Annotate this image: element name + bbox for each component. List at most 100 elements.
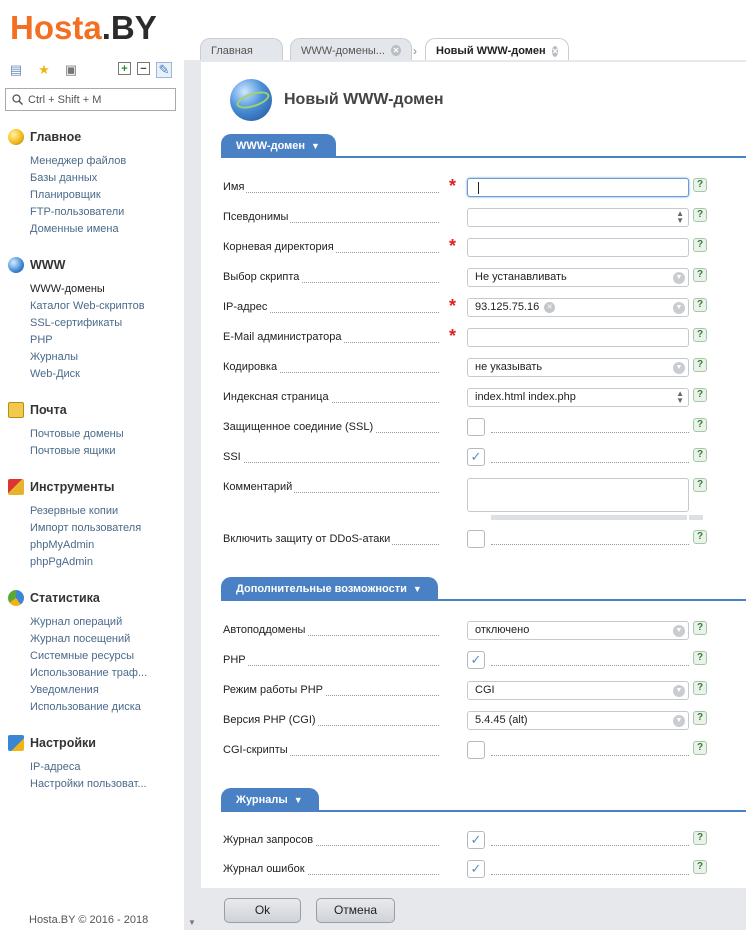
close-tab-icon[interactable]: ✕ bbox=[551, 45, 559, 57]
help-icon[interactable]: ? bbox=[693, 358, 707, 372]
chevron-down-icon: ▼ bbox=[673, 362, 685, 374]
sidebar-item-databases[interactable]: Базы данных bbox=[30, 170, 126, 187]
aliases-input[interactable]: ▲ ▼ bbox=[467, 208, 689, 227]
sidebar-item-user-import[interactable]: Импорт пользователя bbox=[30, 520, 141, 537]
root-dir-input[interactable] bbox=[467, 238, 689, 257]
section-tab[interactable]: Дополнительные возможности ▼ bbox=[221, 577, 438, 601]
sidebar-item-mailboxes[interactable]: Почтовые ящики bbox=[30, 443, 124, 460]
help-icon[interactable]: ? bbox=[693, 298, 707, 312]
textarea-scrollbar[interactable] bbox=[491, 515, 687, 520]
help-icon[interactable]: ? bbox=[693, 831, 707, 845]
sidebar-item-user-settings[interactable]: Настройки пользоват... bbox=[30, 776, 147, 793]
admin-email-input[interactable] bbox=[467, 328, 689, 347]
help-icon[interactable]: ? bbox=[693, 651, 707, 665]
help-icon[interactable]: ? bbox=[693, 418, 707, 432]
sidebar-item-www-domains[interactable]: WWW-домены bbox=[30, 281, 145, 298]
field-label: Режим работы PHP bbox=[223, 684, 325, 696]
nav-group-header-tools[interactable]: Инструменты bbox=[8, 478, 141, 496]
php-checkbox[interactable]: ✓ bbox=[467, 651, 485, 669]
error-log-checkbox[interactable]: ✓ bbox=[467, 860, 485, 878]
section-header-extra[interactable]: Дополнительные возможности ▼ bbox=[221, 577, 746, 601]
sidebar-item-web-scripts[interactable]: Каталог Web-скриптов bbox=[30, 298, 145, 315]
sidebar-item-system-resources[interactable]: Системные ресурсы bbox=[30, 648, 147, 665]
sidebar-item-disk-usage[interactable]: Использование диска bbox=[30, 699, 147, 716]
autosubdomains-select[interactable]: отключено ▼ bbox=[467, 621, 689, 640]
help-icon[interactable]: ? bbox=[693, 741, 707, 755]
spinner-icon[interactable]: ▲ ▼ bbox=[676, 210, 684, 225]
ok-button[interactable]: Ok bbox=[224, 898, 301, 923]
help-icon[interactable]: ? bbox=[693, 681, 707, 695]
help-icon[interactable]: ? bbox=[693, 268, 707, 282]
sidebar-item-web-disk[interactable]: Web-Диск bbox=[30, 366, 145, 383]
nav-group-header-www[interactable]: WWW bbox=[8, 256, 145, 274]
cancel-button[interactable]: Отмена bbox=[316, 898, 395, 923]
settings-icon bbox=[8, 735, 24, 751]
sidebar-item-operations-log[interactable]: Журнал операций bbox=[30, 614, 147, 631]
expand-all-icon[interactable]: + bbox=[118, 62, 131, 75]
pin-icon[interactable]: ✎ bbox=[156, 62, 172, 78]
nav-group-header-main[interactable]: Главное bbox=[8, 128, 126, 146]
index-page-input[interactable]: index.html index.php ▲ ▼ bbox=[467, 388, 689, 407]
ip-select[interactable]: 93.125.75.16 ✕ ▼ bbox=[467, 298, 689, 317]
sidebar-item-visits-log[interactable]: Журнал посещений bbox=[30, 631, 147, 648]
sidebar-item-scheduler[interactable]: Планировщик bbox=[30, 187, 126, 204]
section-tab[interactable]: Журналы ▼ bbox=[221, 788, 319, 812]
nav-group-header-mail[interactable]: Почта bbox=[8, 401, 124, 419]
remove-chip-icon[interactable]: ✕ bbox=[544, 302, 556, 313]
sidebar-item-phpmyadmin[interactable]: phpMyAdmin bbox=[30, 537, 141, 554]
sidebar-item-ssl[interactable]: SSL-сертификаты bbox=[30, 315, 145, 332]
php-version-select[interactable]: 5.4.45 (alt) ▼ bbox=[467, 711, 689, 730]
php-mode-select[interactable]: CGI ▼ bbox=[467, 681, 689, 700]
sidebar-item-php[interactable]: PHP bbox=[30, 332, 145, 349]
ssi-checkbox[interactable]: ✓ bbox=[467, 448, 485, 466]
ddos-checkbox[interactable] bbox=[467, 530, 485, 548]
nav-group-header-settings[interactable]: Настройки bbox=[8, 734, 147, 752]
help-icon[interactable]: ? bbox=[693, 711, 707, 725]
scroll-down-icon[interactable]: ▼ bbox=[188, 918, 196, 927]
menu-search-input[interactable]: Ctrl + Shift + M bbox=[5, 88, 176, 111]
nav-group-header-statistics[interactable]: Статистика bbox=[8, 589, 147, 607]
section-header-www[interactable]: WWW-домен ▼ bbox=[221, 134, 746, 158]
help-icon[interactable]: ? bbox=[693, 448, 707, 462]
section-header-logs[interactable]: Журналы ▼ bbox=[221, 788, 746, 812]
textarea-resize-handle[interactable] bbox=[689, 515, 703, 520]
tab-home[interactable]: Главная bbox=[200, 38, 283, 62]
sidebar-item-backups[interactable]: Резервные копии bbox=[30, 503, 141, 520]
tab-www-domains[interactable]: WWW-домены... ✕ bbox=[290, 38, 412, 62]
sidebar-item-ip-addresses[interactable]: IP-адреса bbox=[30, 759, 147, 776]
script-select[interactable]: Не устанавливать ▼ bbox=[467, 268, 689, 287]
spinner-icon[interactable]: ▲ ▼ bbox=[676, 390, 684, 405]
access-log-checkbox[interactable]: ✓ bbox=[467, 831, 485, 849]
row-index-page: Индексная страница index.html index.php … bbox=[223, 388, 733, 408]
comment-textarea[interactable] bbox=[467, 478, 689, 512]
sidebar-item-phppgadmin[interactable]: phpPgAdmin bbox=[30, 554, 141, 571]
charset-select[interactable]: не указывать ▼ bbox=[467, 358, 689, 377]
cgi-checkbox[interactable] bbox=[467, 741, 485, 759]
sidebar-item-mail-domains[interactable]: Почтовые домены bbox=[30, 426, 124, 443]
section-tab[interactable]: WWW-домен ▼ bbox=[221, 134, 336, 158]
collapse-all-icon[interactable]: − bbox=[137, 62, 150, 75]
ssl-checkbox[interactable] bbox=[467, 418, 485, 436]
help-icon[interactable]: ? bbox=[693, 208, 707, 222]
help-icon[interactable]: ? bbox=[693, 388, 707, 402]
sidebar-item-ftp-users[interactable]: FTP-пользователи bbox=[30, 204, 126, 221]
tree-view-icon[interactable]: ▤ bbox=[8, 62, 24, 78]
sidebar-item-domain-names[interactable]: Доменные имена bbox=[30, 221, 126, 238]
help-icon[interactable]: ? bbox=[693, 860, 707, 874]
sidebar-item-notifications[interactable]: Уведомления bbox=[30, 682, 147, 699]
help-icon[interactable]: ? bbox=[693, 238, 707, 252]
sidebar-item-logs[interactable]: Журналы bbox=[30, 349, 145, 366]
logo[interactable]: Hosta.BY bbox=[10, 8, 157, 48]
help-icon[interactable]: ? bbox=[693, 328, 707, 342]
sidebar-item-traffic-usage[interactable]: Использование траф... bbox=[30, 665, 147, 682]
briefcase-icon[interactable]: ▣ bbox=[63, 62, 79, 78]
help-icon[interactable]: ? bbox=[693, 530, 707, 544]
help-icon[interactable]: ? bbox=[693, 478, 707, 492]
favorites-star-icon[interactable]: ★ bbox=[36, 62, 52, 78]
sidebar-scrollbar[interactable]: ▼ bbox=[184, 60, 201, 930]
sidebar-item-file-manager[interactable]: Менеджер файлов bbox=[30, 153, 126, 170]
name-input[interactable] bbox=[467, 178, 689, 197]
close-tab-icon[interactable]: ✕ bbox=[390, 45, 401, 56]
help-icon[interactable]: ? bbox=[693, 178, 707, 192]
help-icon[interactable]: ? bbox=[693, 621, 707, 635]
